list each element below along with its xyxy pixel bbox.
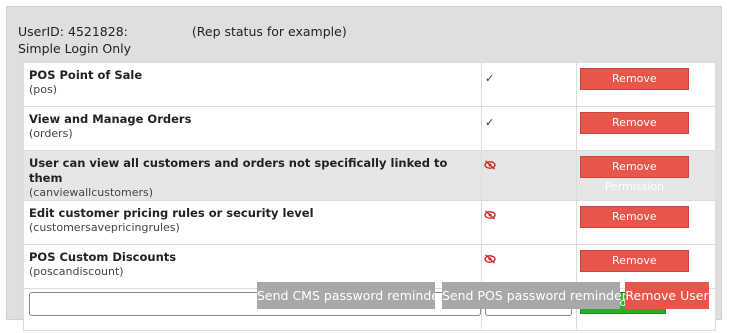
checkmark-icon: ✓: [485, 116, 495, 129]
remove-permission-button[interactable]: Remove Permission: [579, 112, 689, 149]
permission-code: (pos): [29, 83, 58, 96]
permission-row: User can view all customers and orders n…: [23, 150, 717, 201]
hidden-eye-icon: [484, 210, 496, 220]
permission-code: (canviewallcustomers): [29, 186, 154, 199]
hidden-eye-icon: [484, 160, 496, 170]
permission-name: POS Point of Sale: [29, 68, 143, 82]
permission-row: Edit customer pricing rules or security …: [23, 200, 717, 245]
remove-permission-button[interactable]: Remove Permission: [579, 206, 689, 243]
rep-status: (Rep status for example): [191, 24, 347, 39]
user-id: UserID: 4521828:: [18, 24, 128, 39]
remove-permission-button[interactable]: Remove Permission: [579, 68, 689, 105]
remove-user-button[interactable]: Remove User: [625, 282, 709, 309]
permission-row: POS Point of Sale (pos) ✓ Remove Permiss…: [23, 62, 717, 107]
permission-code: (customersavepricingrules): [29, 221, 180, 234]
user-id-line: UserID: 4521828: (Rep status for example): [18, 24, 347, 39]
permission-name: POS Custom Discounts: [29, 250, 177, 264]
permission-code: (orders): [29, 127, 73, 140]
remove-permission-button[interactable]: Remove Permission: [579, 250, 689, 287]
remove-permission-button[interactable]: Remove Permission: [579, 156, 689, 193]
hidden-eye-icon: [484, 254, 496, 264]
send-pos-password-reminder-button[interactable]: Send POS password reminder: [442, 282, 627, 309]
permission-name: Edit customer pricing rules or security …: [29, 206, 314, 220]
permission-code: (poscandiscount): [29, 265, 124, 278]
permission-row: View and Manage Orders (orders) ✓ Remove…: [23, 106, 717, 151]
permission-name: View and Manage Orders: [29, 112, 192, 126]
user-permissions-panel: UserID: 4521828: (Rep status for example)…: [6, 6, 722, 331]
permission-name: User can view all customers and orders n…: [29, 156, 448, 185]
checkmark-icon: ✓: [485, 72, 495, 85]
send-cms-password-reminder-button[interactable]: Send CMS password reminder: [257, 282, 444, 309]
login-type: Simple Login Only: [18, 41, 131, 56]
